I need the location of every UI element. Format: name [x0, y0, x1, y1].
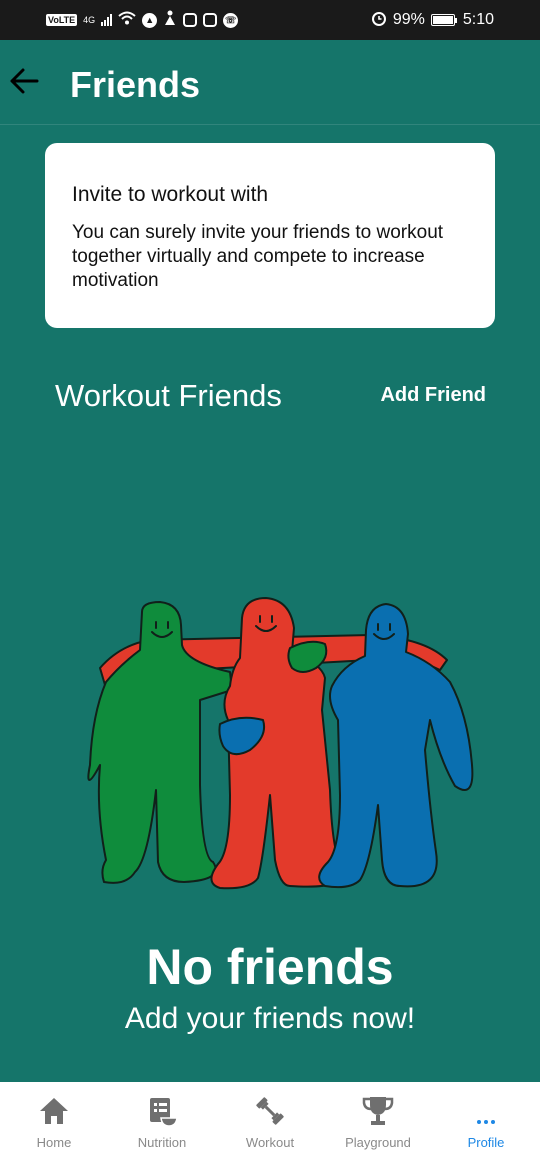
app-notification-icon: ▲ [142, 12, 158, 28]
status-icons-left: VoLTE 4G ▲ ☏ [46, 10, 239, 31]
nav-label-home: Home [36, 1135, 72, 1150]
nav-label-nutrition: Nutrition [137, 1135, 187, 1150]
whatsapp-icon: ☏ [223, 12, 239, 28]
add-friend-button[interactable]: Add Friend [380, 384, 486, 407]
nav-label-playground: Playground [345, 1135, 411, 1150]
empty-state-subtitle: Add your friends now! [124, 1002, 416, 1035]
signal-icon [101, 14, 113, 26]
nav-item-workout[interactable]: Workout [216, 1082, 324, 1156]
status-icons-right: 99% 5:10 [371, 10, 494, 31]
volte-badge: VoLTE [46, 14, 78, 26]
nav-item-playground[interactable]: Playground [324, 1082, 432, 1156]
nav-label-profile: Profile [467, 1135, 505, 1150]
section-title: Workout Friends [55, 378, 282, 413]
app-bar: Friends [0, 40, 540, 125]
battery-icon [430, 14, 457, 26]
back-button[interactable] [8, 65, 40, 97]
nav-item-nutrition[interactable]: Nutrition [108, 1082, 216, 1156]
home-icon [40, 1098, 68, 1124]
more-dots-icon [477, 1094, 495, 1128]
friends-illustration [87, 597, 474, 890]
dumbbell-icon [256, 1097, 284, 1125]
invite-card-text: You can surely invite your friends to wo… [72, 222, 444, 291]
invite-card: Invite to workout with You can surely in… [45, 143, 495, 328]
invite-card-title: Invite to workout with [72, 183, 269, 206]
arrow-left-icon [10, 68, 39, 94]
notification-icon [163, 10, 177, 31]
network-type: 4G [83, 15, 96, 25]
nutrition-icon [150, 1098, 178, 1127]
clock: 5:10 [462, 11, 494, 28]
alarm-icon [371, 10, 387, 31]
instagram-icon [203, 13, 218, 27]
page-title: Friends [70, 64, 201, 105]
wifi-icon [118, 11, 136, 30]
nav-label-workout: Workout [245, 1135, 295, 1150]
trophy-icon [362, 1097, 394, 1125]
bottom-navigation: Home Nutrition Workout Playground Profil… [0, 1082, 540, 1156]
nav-item-profile[interactable]: Profile [432, 1082, 540, 1156]
instagram-icon [183, 13, 198, 27]
nav-item-home[interactable]: Home [0, 1082, 108, 1156]
battery-percent: 99% [392, 11, 425, 28]
empty-state-title: No friends [146, 939, 394, 995]
status-bar: VoLTE 4G ▲ ☏ 99% 5:10 [0, 0, 540, 40]
